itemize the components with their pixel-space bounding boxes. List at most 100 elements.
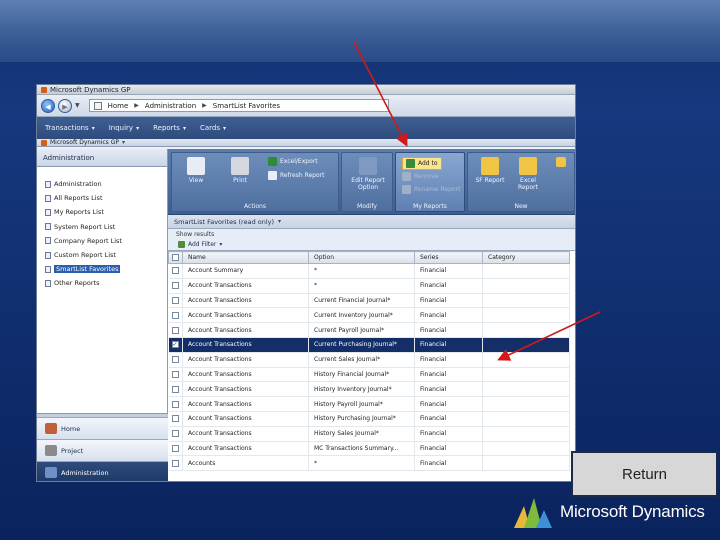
table-row[interactable]: Account Summary * Financial bbox=[168, 263, 570, 279]
refresh-icon bbox=[268, 171, 277, 180]
dynamics-logo-icon bbox=[514, 498, 552, 528]
new-report-icon bbox=[556, 157, 566, 167]
cell-category bbox=[482, 322, 570, 338]
cell-category bbox=[482, 263, 570, 279]
company-name[interactable]: Microsoft Dynamics GP bbox=[50, 139, 119, 146]
edit-report-icon bbox=[359, 157, 377, 175]
excel-icon bbox=[268, 157, 277, 166]
sf-report-button[interactable]: SF Report bbox=[474, 157, 506, 184]
list-subtitle[interactable]: Show results bbox=[168, 229, 575, 239]
row-checkbox[interactable] bbox=[168, 426, 183, 442]
row-checkbox[interactable]: ✓ bbox=[168, 337, 183, 353]
menu-bar: Transactions ▾ Inquiry ▾ Reports ▾ Cards ▾ bbox=[37, 117, 575, 139]
excel-export-button[interactable]: Excel/Export bbox=[268, 157, 318, 166]
column-header-series[interactable]: Series bbox=[414, 251, 483, 264]
results-table: Name Option Series Category Account Summ… bbox=[168, 251, 570, 472]
row-checkbox[interactable] bbox=[168, 352, 183, 368]
cell-option: History Inventory Journal* bbox=[308, 381, 415, 398]
nav-item-administration[interactable]: Administration bbox=[45, 177, 167, 191]
cell-option: Current Inventory Journal* bbox=[308, 307, 415, 324]
row-checkbox[interactable] bbox=[168, 307, 183, 324]
cell-option: * bbox=[308, 278, 415, 294]
add-to-button[interactable]: Add to bbox=[402, 157, 442, 170]
add-filter-button[interactable]: Add Filter ▾ bbox=[168, 239, 575, 251]
table-row[interactable]: Accounts * Financial bbox=[168, 455, 570, 472]
menu-transactions[interactable]: Transactions ▾ bbox=[45, 124, 95, 132]
cell-name: Account Transactions bbox=[182, 441, 309, 457]
chevron-down-icon[interactable]: ▾ bbox=[278, 218, 281, 225]
row-checkbox[interactable] bbox=[168, 293, 183, 309]
cell-series: Financial bbox=[414, 352, 483, 368]
nav-button-administration[interactable]: Administration bbox=[37, 461, 168, 481]
table-row[interactable]: ✓ Account Transactions Current Purchasing … bbox=[168, 337, 570, 353]
column-header-option[interactable]: Option bbox=[308, 251, 415, 264]
select-all-checkbox[interactable] bbox=[168, 251, 183, 264]
row-checkbox[interactable] bbox=[168, 322, 183, 338]
back-icon[interactable]: ◀ bbox=[41, 98, 55, 113]
cell-series: Financial bbox=[414, 293, 483, 309]
menu-inquiry[interactable]: Inquiry ▾ bbox=[109, 124, 139, 132]
ribbon-group-label: My Reports bbox=[413, 203, 447, 210]
nav-button-project[interactable]: Project bbox=[37, 439, 168, 461]
cell-series: Financial bbox=[414, 426, 483, 442]
nav-item-my-reports-list[interactable]: My Reports List bbox=[45, 205, 167, 219]
view-icon bbox=[187, 157, 205, 175]
nav-item-custom-report-list[interactable]: Custom Report List bbox=[45, 248, 167, 262]
remove-button[interactable]: Remove bbox=[402, 172, 438, 181]
table-row[interactable]: Account Transactions Current Sales Journa… bbox=[168, 352, 570, 368]
chevron-down-icon[interactable]: ▼ bbox=[75, 102, 80, 109]
new-report-more-button[interactable] bbox=[552, 157, 570, 169]
view-button[interactable]: View bbox=[182, 157, 210, 184]
breadcrumb-administration[interactable]: Administration bbox=[145, 102, 196, 110]
nav-button-home[interactable]: Home bbox=[37, 417, 168, 439]
return-button[interactable]: Return bbox=[571, 451, 718, 497]
nav-item-system-report-list[interactable]: System Report List bbox=[45, 220, 167, 234]
row-checkbox[interactable] bbox=[168, 263, 183, 279]
nav-item-smartlist-favorites[interactable]: SmartList Favorites bbox=[45, 262, 167, 276]
menu-reports[interactable]: Reports ▾ bbox=[153, 124, 186, 132]
ribbon-group-actions: View Print Excel/Export Refresh Report A… bbox=[171, 152, 339, 212]
cell-option: * bbox=[308, 455, 415, 472]
table-row[interactable]: Account Transactions History Purchasing J… bbox=[168, 411, 570, 427]
cell-category bbox=[482, 278, 570, 294]
row-checkbox[interactable] bbox=[168, 411, 183, 427]
cell-series: Financial bbox=[414, 263, 483, 279]
app-icon bbox=[41, 86, 47, 93]
dynamics-gp-window: Microsoft Dynamics GP ◀ ▶ ▼ Home ▶ Admin… bbox=[36, 84, 576, 482]
row-checkbox[interactable] bbox=[168, 278, 183, 294]
row-checkbox[interactable] bbox=[168, 396, 183, 412]
table-row[interactable]: Account Transactions History Sales Journa… bbox=[168, 426, 570, 442]
chevron-down-icon[interactable]: ▾ bbox=[122, 139, 125, 146]
row-checkbox[interactable] bbox=[168, 367, 183, 383]
table-row[interactable]: Account Transactions Current Payroll Jour… bbox=[168, 322, 570, 338]
nav-item-other-reports[interactable]: Other Reports bbox=[45, 276, 167, 290]
column-header-name[interactable]: Name bbox=[182, 251, 309, 264]
cell-name: Account Transactions bbox=[182, 322, 309, 338]
table-row[interactable]: Account Transactions MC Transactions Summ… bbox=[168, 441, 570, 457]
edit-report-option-button[interactable]: Edit Report Option bbox=[346, 157, 390, 191]
cell-name: Account Transactions bbox=[182, 396, 309, 412]
table-row[interactable]: Account Transactions * Financial bbox=[168, 278, 570, 294]
home-icon bbox=[45, 423, 57, 434]
row-checkbox[interactable] bbox=[168, 455, 183, 472]
row-checkbox[interactable] bbox=[168, 441, 183, 457]
table-row[interactable]: Account Transactions History Financial Jo… bbox=[168, 367, 570, 383]
rename-report-button[interactable]: Rename Report bbox=[402, 185, 460, 194]
nav-item-all-reports-list[interactable]: All Reports List bbox=[45, 191, 167, 205]
menu-cards[interactable]: Cards ▾ bbox=[200, 124, 226, 132]
nav-item-company-report-list[interactable]: Company Report List bbox=[45, 234, 167, 248]
table-row[interactable]: Account Transactions Current Inventory Jo… bbox=[168, 307, 570, 324]
column-header-category[interactable]: Category bbox=[482, 251, 570, 264]
table-row[interactable]: Account Transactions History Inventory Jo… bbox=[168, 381, 570, 398]
breadcrumb-home[interactable]: Home bbox=[108, 102, 129, 110]
table-row[interactable]: Account Transactions Current Financial Jo… bbox=[168, 293, 570, 309]
row-checkbox[interactable] bbox=[168, 381, 183, 398]
breadcrumb-smartlist-favorites[interactable]: SmartList Favorites bbox=[213, 102, 280, 110]
excel-report-button[interactable]: Excel Report bbox=[512, 157, 544, 191]
forward-icon[interactable]: ▶ bbox=[58, 98, 72, 113]
table-row[interactable]: Account Transactions History Payroll Jour… bbox=[168, 396, 570, 412]
table-header-row: Name Option Series Category bbox=[168, 251, 570, 264]
cell-name: Account Transactions bbox=[182, 426, 309, 442]
print-button[interactable]: Print bbox=[226, 157, 254, 184]
refresh-report-button[interactable]: Refresh Report bbox=[268, 171, 324, 180]
